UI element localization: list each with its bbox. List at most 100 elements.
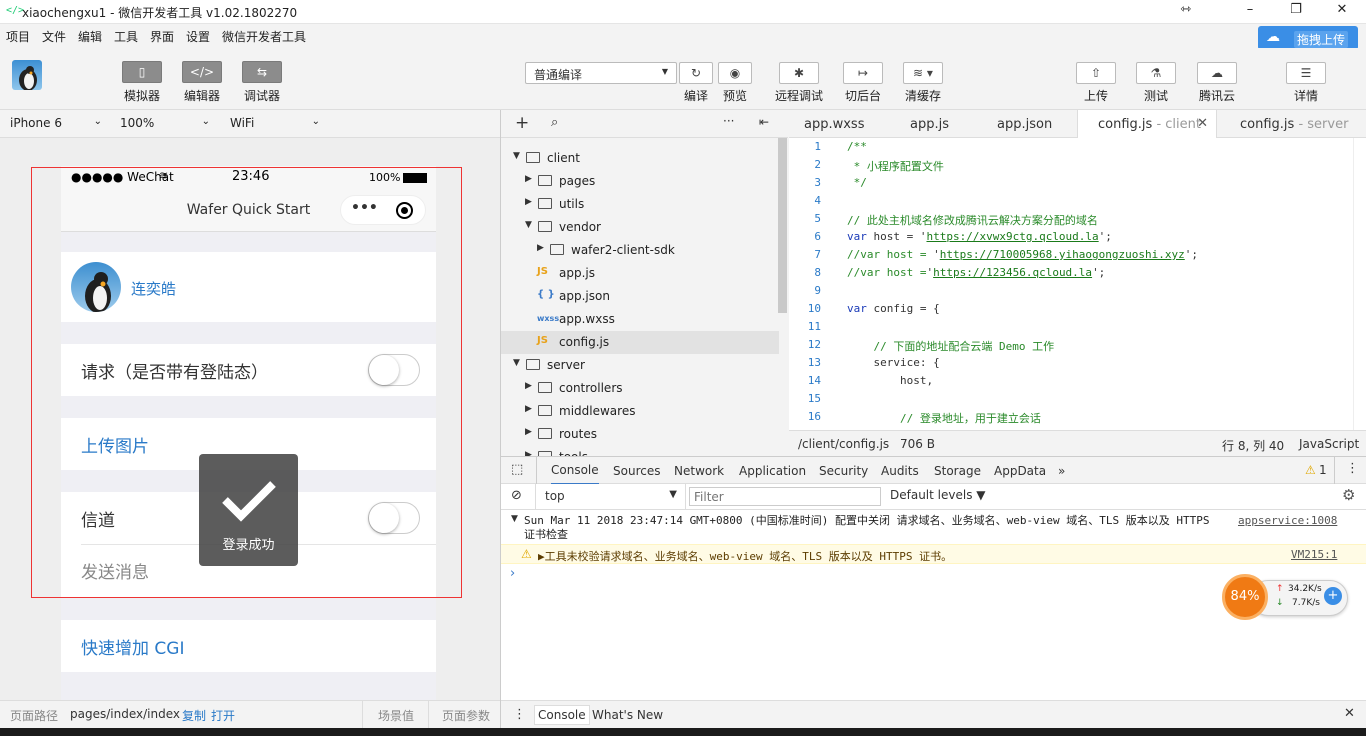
drawer-tab-console[interactable]: Console xyxy=(534,705,590,725)
tab-storage[interactable]: Storage xyxy=(934,464,981,478)
tab-audits[interactable]: Audits xyxy=(881,464,919,478)
filetree-item-routes[interactable]: ▶ routes xyxy=(501,423,779,446)
preview-button[interactable]: ◉ 预览 xyxy=(716,62,754,104)
filetree-item-app-js[interactable]: JS app.js xyxy=(501,262,779,285)
clear-console-icon[interactable]: ⊘ xyxy=(511,488,522,503)
filetree-item-vendor[interactable]: ▼ vendor xyxy=(501,216,779,239)
copy-path-link[interactable]: 复制 xyxy=(182,707,206,724)
tab-config-client[interactable]: config.js - client ✕ xyxy=(1077,110,1217,138)
user-avatar[interactable] xyxy=(12,60,42,90)
more-tabs-icon[interactable]: » xyxy=(1058,464,1065,478)
add-file-icon[interactable]: + xyxy=(515,113,529,133)
search-icon[interactable]: ⌕ xyxy=(551,115,558,130)
upload-button[interactable]: ⇧ 上传 xyxy=(1076,62,1116,104)
chevron-down-icon[interactable]: ▼ xyxy=(513,358,520,368)
network-select[interactable]: WiFi ⌄ xyxy=(230,116,320,130)
close-tab-icon[interactable]: ✕ xyxy=(1197,116,1208,131)
chevron-down-icon[interactable]: ▼ xyxy=(513,151,520,161)
restore-split-icon[interactable]: ⇿ xyxy=(1176,2,1196,20)
tab-config-server[interactable]: config.js - server xyxy=(1240,110,1348,138)
tab-app-json[interactable]: app.json xyxy=(997,110,1052,138)
plus-icon[interactable]: + xyxy=(1324,587,1342,605)
more-dots-icon[interactable]: ··· xyxy=(723,114,734,128)
network-monitor-widget[interactable]: 84% ↑ 34.2K/s ↓ 7.7K/s + xyxy=(1222,574,1348,620)
warning-count[interactable]: 1 xyxy=(1319,463,1327,477)
simulator-toggle[interactable]: ▯ 模拟器 xyxy=(122,61,162,104)
gear-icon[interactable]: ⚙ xyxy=(1342,486,1355,504)
filetree-item-config-js[interactable]: JS config.js xyxy=(501,331,779,354)
filetree-item-middlewares[interactable]: ▶ middlewares xyxy=(501,400,779,423)
minimize-button[interactable]: – xyxy=(1240,2,1260,20)
editor-toggle[interactable]: </> 编辑器 xyxy=(182,61,222,104)
chevron-right-icon[interactable]: ▶ xyxy=(525,381,532,391)
filetree-item-client[interactable]: ▼ client xyxy=(501,147,779,170)
filetree-item-utils[interactable]: ▶ utils xyxy=(501,193,779,216)
more-vertical-icon[interactable]: ⋮ xyxy=(513,707,526,722)
log-levels-select[interactable]: Default levels ▼ xyxy=(890,488,986,502)
language-mode[interactable]: JavaScript xyxy=(1299,437,1359,451)
tab-security[interactable]: Security xyxy=(819,464,868,478)
remote-debug-button[interactable]: ✱ 远程调试 xyxy=(772,62,826,104)
filetree-item-wafer2-client-sdk[interactable]: ▶ wafer2-client-sdk xyxy=(501,239,779,262)
code-editor[interactable]: 1 /** 2 * 小程序配置文件 3 */ 4 5 // 此处主机域名修改成腾讯云解决方案… xyxy=(789,138,1366,430)
chevron-right-icon[interactable]: ▶ xyxy=(525,427,532,437)
compile-button[interactable]: ↻ 编译 xyxy=(678,62,714,104)
background-button[interactable]: ↦ 切后台 xyxy=(842,62,884,104)
compile-mode-select[interactable]: 普通编译 ▼ xyxy=(525,62,677,84)
file-tree: ▼ client ▶ pages ▶ utils ▼ vendor ▶ wafer2-client… xyxy=(501,138,788,458)
filetree-item-app-json[interactable]: { } app.json xyxy=(501,285,779,308)
menu-view[interactable]: 界面 xyxy=(150,28,174,45)
drawer-tab-whatsnew[interactable]: What's New xyxy=(592,708,663,722)
zoom-select[interactable]: 100% ⌄ xyxy=(120,116,210,130)
tab-console[interactable]: Console xyxy=(551,463,599,485)
page-params-button[interactable]: 页面参数 xyxy=(442,707,490,724)
chevron-right-icon[interactable]: ▶ xyxy=(537,243,544,253)
scene-value-button[interactable]: 场景值 xyxy=(378,707,414,724)
tab-network[interactable]: Network xyxy=(674,464,724,478)
tab-app-wxss[interactable]: app.wxss xyxy=(804,110,864,138)
console-filter-input[interactable] xyxy=(689,487,881,506)
filetree-item-controllers[interactable]: ▶ controllers xyxy=(501,377,779,400)
tab-appdata[interactable]: AppData xyxy=(994,464,1046,478)
tab-application[interactable]: Application xyxy=(739,464,806,478)
filetree-item-app-wxss[interactable]: wxss app.wxss xyxy=(501,308,779,331)
details-button[interactable]: ☰ 详情 xyxy=(1286,62,1326,104)
warning-message[interactable]: ▶工具未校验请求域名、业务域名、web-view 域名、TLS 版本以及 HTT… xyxy=(538,548,952,564)
editor-scrollbar[interactable] xyxy=(1353,138,1366,430)
maximize-button[interactable]: ❐ xyxy=(1286,2,1306,20)
filetree-scrollbar[interactable] xyxy=(778,138,787,313)
tab-sources[interactable]: Sources xyxy=(613,464,660,478)
cursor-position[interactable]: 行 8, 列 40 xyxy=(1222,437,1284,454)
context-select[interactable]: top ▼ xyxy=(539,487,679,506)
test-button[interactable]: ⚗ 测试 xyxy=(1136,62,1176,104)
log-source-link[interactable]: appservice:1008 xyxy=(1238,514,1337,527)
menu-tools[interactable]: 工具 xyxy=(114,28,138,45)
warning-source-link[interactable]: VM215:1 xyxy=(1291,548,1337,561)
inspect-element-icon[interactable]: ⬚ xyxy=(511,462,523,477)
menu-settings[interactable]: 设置 xyxy=(186,28,210,45)
clear-cache-button[interactable]: ≋ ▾ 清缓存 xyxy=(902,62,944,104)
tab-app-js[interactable]: app.js xyxy=(910,110,949,138)
open-path-link[interactable]: 打开 xyxy=(211,707,235,724)
close-drawer-icon[interactable]: ✕ xyxy=(1344,706,1355,721)
debugger-toggle[interactable]: ⇆ 调试器 xyxy=(242,61,282,104)
chevron-right-icon[interactable]: ▶ xyxy=(525,197,532,207)
collapse-panel-icon[interactable]: ⇤ xyxy=(759,115,769,129)
chevron-right-icon[interactable]: ▶ xyxy=(525,404,532,414)
menu-wechat-devtools[interactable]: 微信开发者工具 xyxy=(222,28,306,45)
tencent-cloud-button[interactable]: ☁ 腾讯云 xyxy=(1196,62,1238,104)
filetree-item-pages[interactable]: ▶ pages xyxy=(501,170,779,193)
menu-project[interactable]: 项目 xyxy=(6,28,30,45)
expand-arrow-icon[interactable]: ▼ xyxy=(511,514,518,524)
menu-edit[interactable]: 编辑 xyxy=(78,28,102,45)
close-window-button[interactable]: ✕ xyxy=(1332,2,1352,20)
quick-cgi-cell[interactable]: 快速增加 CGI xyxy=(61,620,436,672)
console-prompt-icon[interactable]: › xyxy=(510,566,515,581)
filetree-item-server[interactable]: ▼ server xyxy=(501,354,779,377)
menu-file[interactable]: 文件 xyxy=(42,28,66,45)
chevron-right-icon[interactable]: ▶ xyxy=(525,174,532,184)
device-model-select[interactable]: iPhone 6 ⌄ xyxy=(10,116,102,130)
chevron-down-icon[interactable]: ▼ xyxy=(525,220,532,230)
more-vertical-icon[interactable]: ⋮ xyxy=(1346,461,1359,476)
drag-upload-button[interactable]: ☁ 拖拽上传 xyxy=(1258,26,1358,50)
